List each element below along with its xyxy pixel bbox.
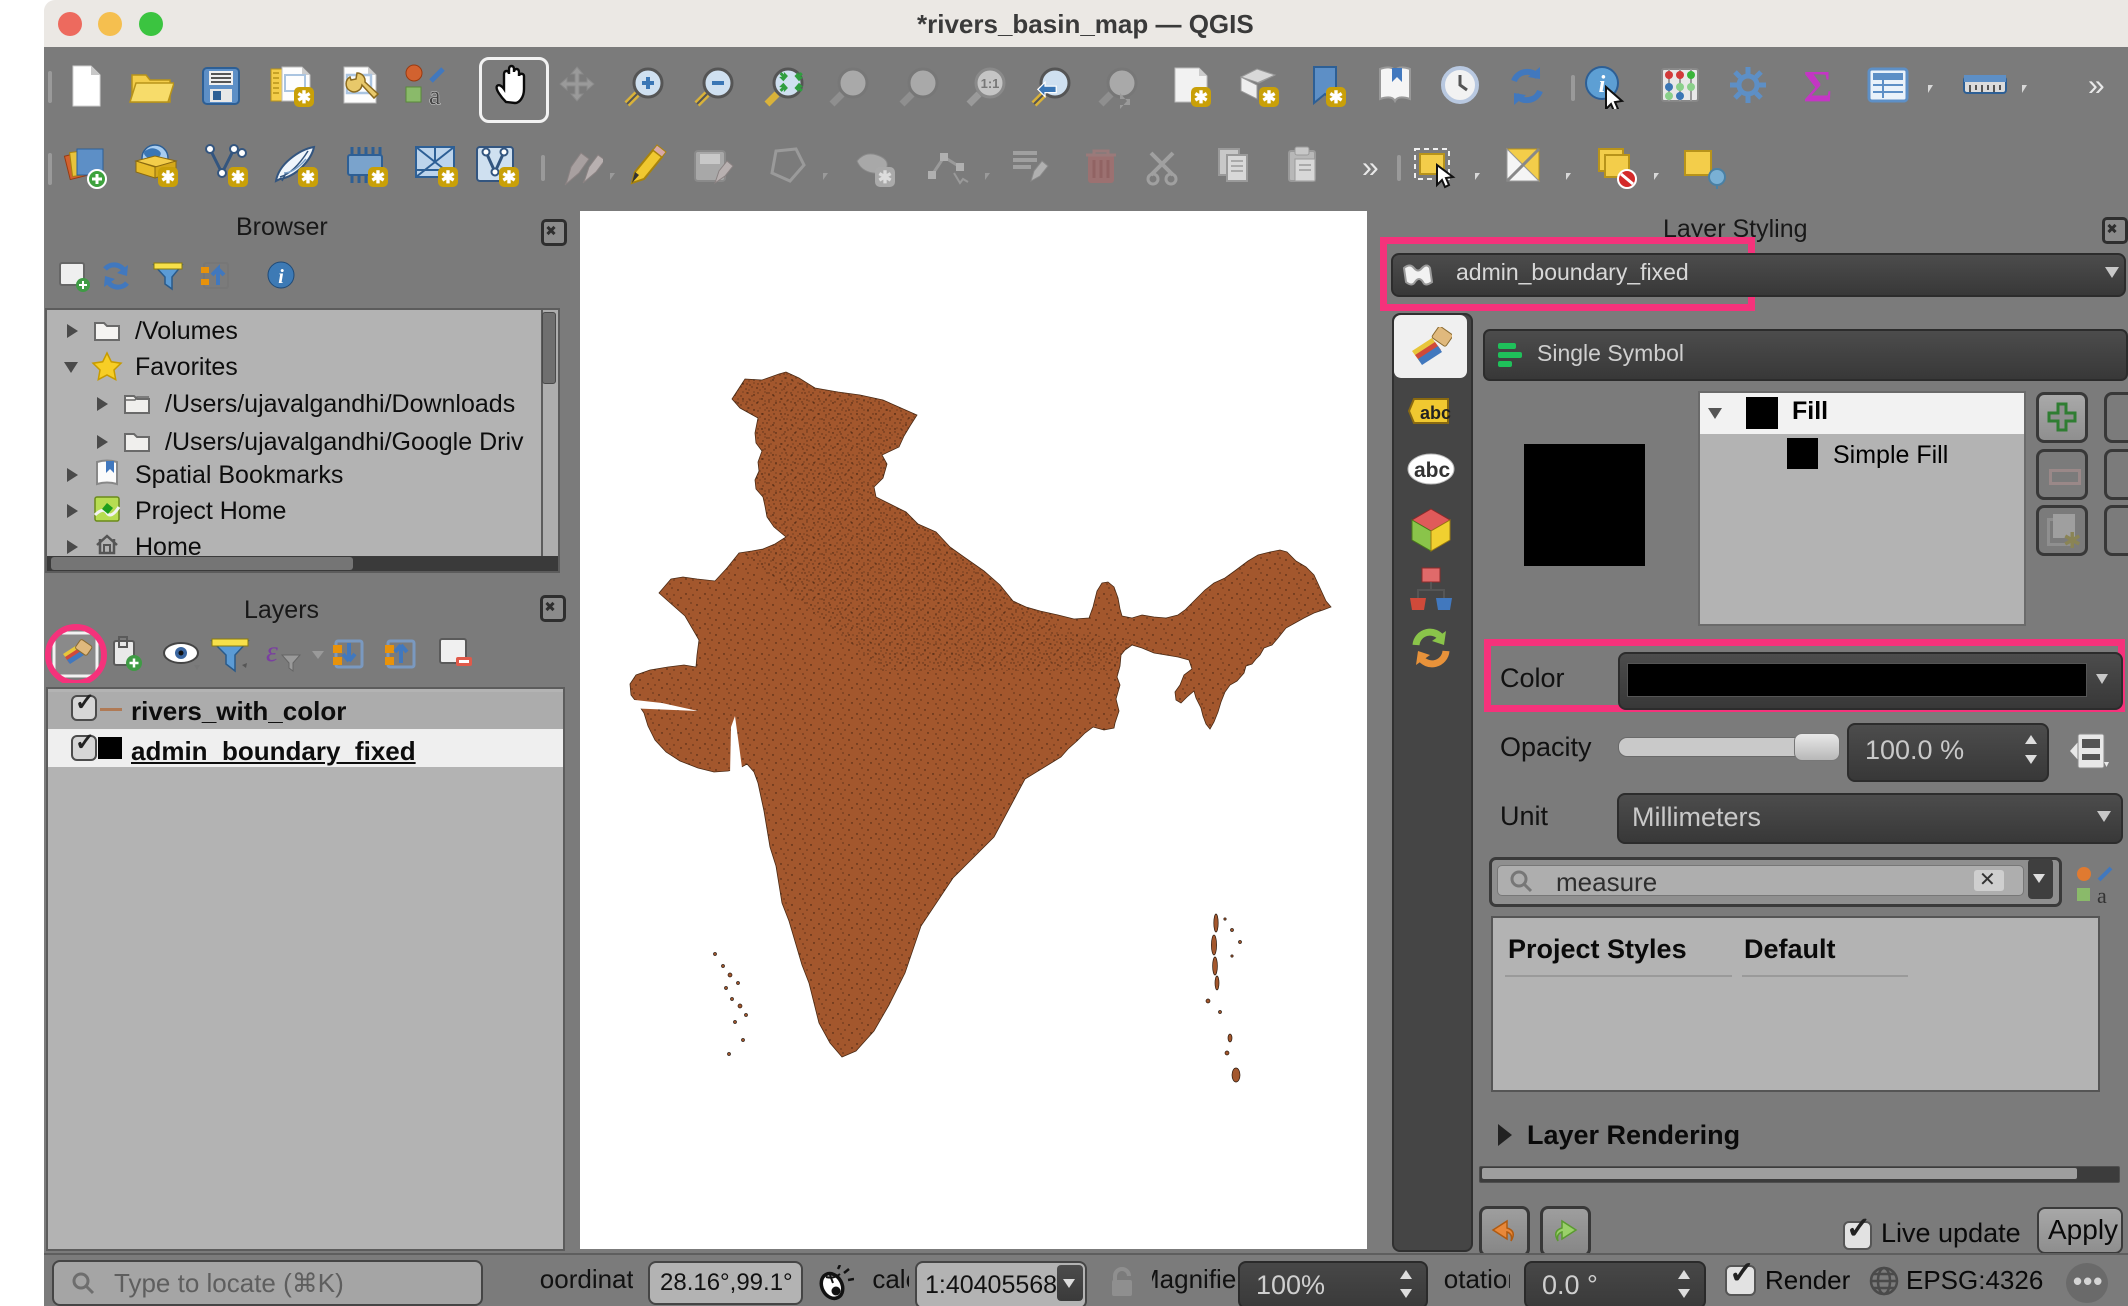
- svg-text:✱: ✱: [878, 168, 892, 187]
- svg-text:i: i: [1599, 72, 1606, 98]
- svg-text:✱: ✱: [441, 168, 455, 187]
- svg-text:abc: abc: [1414, 459, 1451, 482]
- svg-text:✱: ✱: [297, 88, 311, 107]
- svg-text:Σ: Σ: [1804, 63, 1833, 109]
- svg-text:i: i: [278, 266, 284, 288]
- svg-text:abc: abc: [1420, 403, 1451, 423]
- svg-text:✱: ✱: [502, 168, 516, 187]
- svg-text:✱: ✱: [1194, 88, 1208, 107]
- svg-text:✱: ✱: [371, 168, 385, 187]
- svg-text:✱: ✱: [301, 168, 315, 187]
- svg-text:1:1: 1:1: [981, 76, 1000, 91]
- svg-text:a: a: [429, 81, 441, 109]
- svg-text:✱: ✱: [1262, 88, 1276, 107]
- svg-text:a: a: [2097, 883, 2107, 906]
- svg-text:ε: ε: [266, 635, 278, 668]
- svg-text:✱: ✱: [1329, 88, 1343, 107]
- svg-text:✱: ✱: [231, 168, 245, 187]
- svg-text:✱: ✱: [161, 168, 175, 187]
